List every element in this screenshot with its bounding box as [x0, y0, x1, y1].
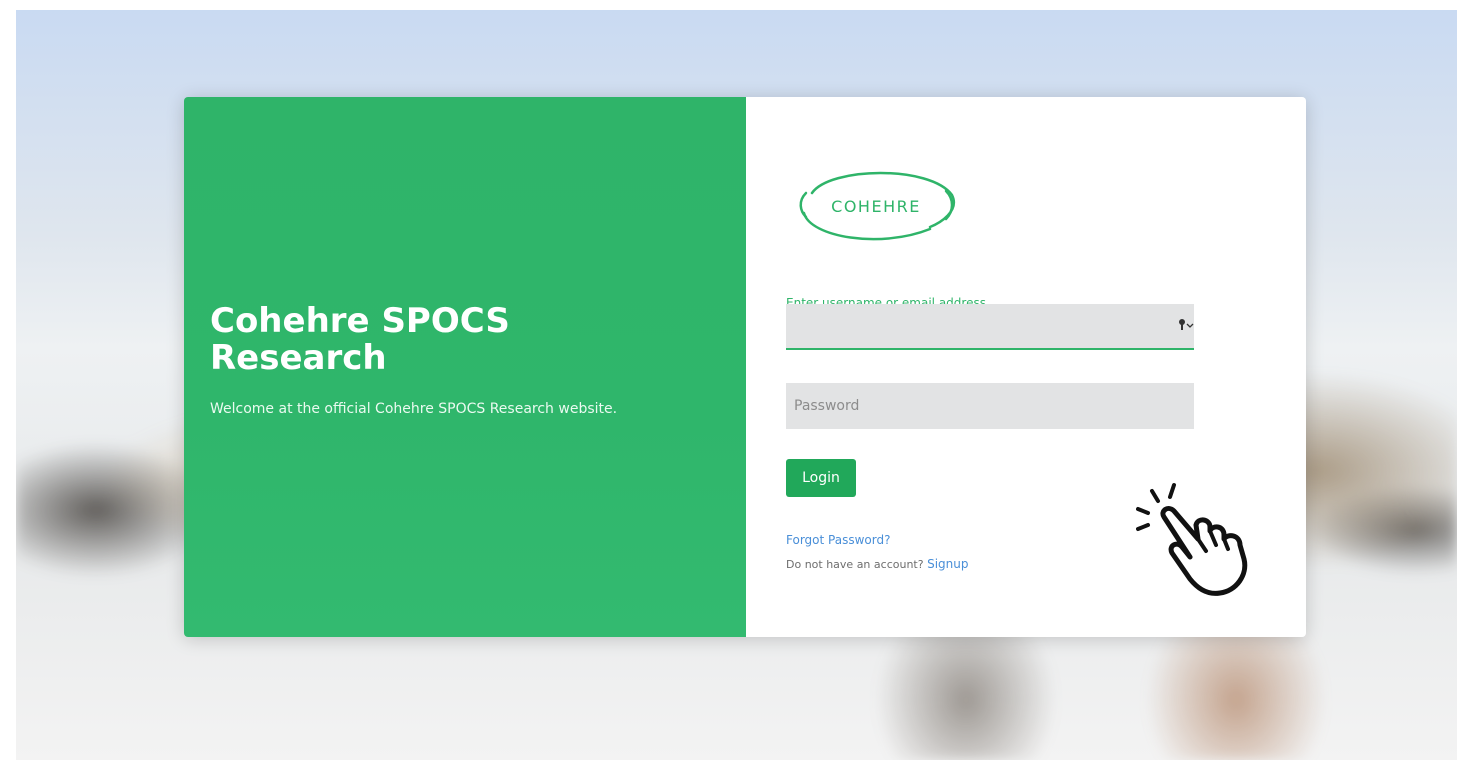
background: Cohehre SPOCS Research Welcome at the of… — [16, 10, 1457, 760]
hero-title-line1: Cohehre SPOCS — [210, 301, 510, 341]
hand-pointer-icon — [1136, 483, 1248, 596]
username-input[interactable] — [786, 304, 1194, 350]
logo-text: COHEHRE — [831, 197, 921, 216]
login-card: Cohehre SPOCS Research Welcome at the of… — [184, 97, 1306, 637]
forgot-password-link[interactable]: Forgot Password? — [786, 533, 890, 547]
key-icon[interactable] — [1178, 318, 1194, 332]
hero-title-line2: Research — [210, 338, 387, 378]
cohehre-logo: COHEHRE — [799, 171, 956, 241]
no-account-text: Do not have an account? — [786, 558, 924, 571]
password-input[interactable] — [786, 383, 1194, 429]
hero-title: Cohehre SPOCS Research — [210, 303, 710, 377]
hero-panel: Cohehre SPOCS Research Welcome at the of… — [184, 97, 746, 637]
logo-arc-bottom — [802, 211, 932, 241]
hero-welcome-text: Welcome at the official Cohehre SPOCS Re… — [210, 401, 618, 417]
login-panel: COHEHRE Enter username or email address … — [746, 97, 1306, 637]
login-button[interactable]: Login — [786, 459, 856, 497]
signup-link[interactable]: Signup — [927, 557, 968, 571]
signup-prompt: Do not have an account? Signup — [786, 557, 968, 571]
